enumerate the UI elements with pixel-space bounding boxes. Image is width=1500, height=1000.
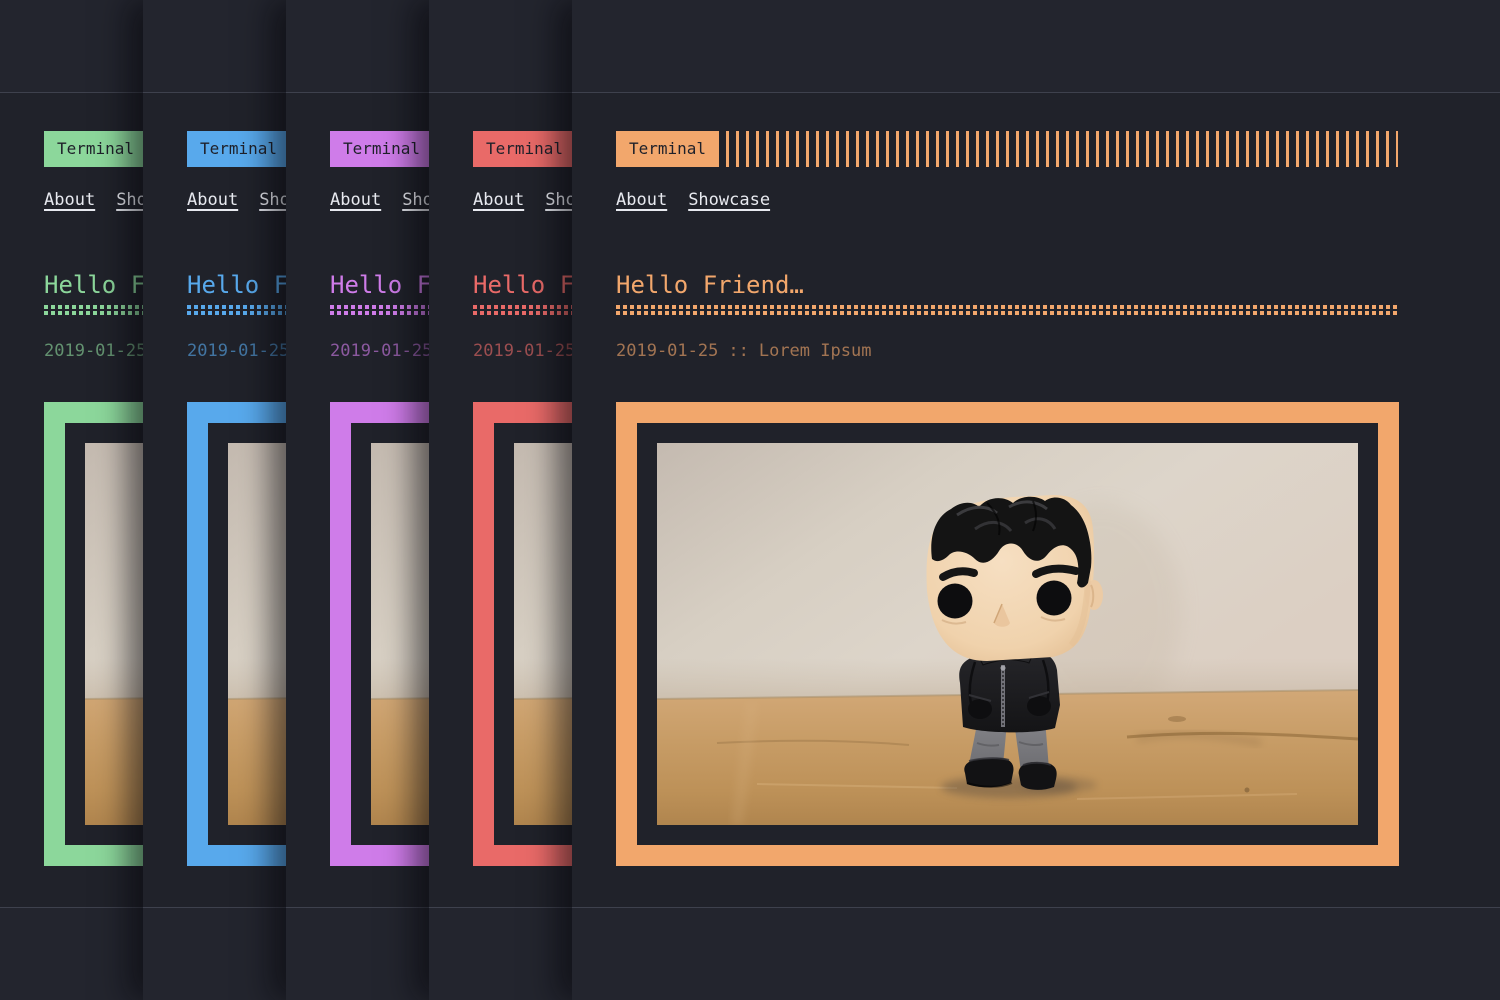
funko-eyes [938, 584, 973, 619]
title-dotted-divider [616, 305, 1400, 315]
theme-layer-orange: Terminal About Showcase Hello Friend… 20… [572, 0, 1500, 1000]
page-content: Terminal About Showcase Hello Friend… 20… [572, 93, 1500, 866]
header-decoration-bars [726, 131, 1398, 167]
nav-link-showcase[interactable]: Showcase [688, 190, 770, 211]
post-date: 2019-01-25 [330, 341, 432, 361]
site-logo[interactable]: Terminal [330, 131, 433, 167]
bottom-strip [572, 907, 1500, 1000]
post-date: 2019-01-25 [187, 341, 289, 361]
nav-link-about[interactable]: About [187, 190, 238, 211]
post-date: 2019-01-25 [473, 341, 575, 361]
nav-link-about[interactable]: About [44, 190, 95, 211]
post-meta: 2019-01-25::Lorem Ipsum [616, 341, 1500, 362]
site-logo[interactable]: Terminal [616, 131, 719, 167]
post-date: 2019-01-25 [616, 341, 718, 361]
header: Terminal [616, 131, 1500, 167]
site-logo[interactable]: Terminal [44, 131, 147, 167]
main-nav: About Showcase [616, 190, 1500, 211]
nav-link-about[interactable]: About [616, 190, 667, 211]
post-title: Hello Friend… [616, 272, 1500, 298]
post-author: Lorem Ipsum [759, 341, 872, 361]
funko-figure-photo [657, 443, 1358, 825]
post-date: 2019-01-25 [44, 341, 146, 361]
nav-link-about[interactable]: About [473, 190, 524, 211]
funko-figure-illustration [657, 443, 1358, 825]
site-logo[interactable]: Terminal [473, 131, 576, 167]
nav-link-about[interactable]: About [330, 190, 381, 211]
meta-separator: :: [728, 341, 748, 361]
site-logo[interactable]: Terminal [187, 131, 290, 167]
theme-stack: Terminal About Showcase Hello Friend… 20… [0, 0, 1500, 1000]
top-strip [572, 0, 1500, 93]
post-image-frame [616, 402, 1399, 866]
